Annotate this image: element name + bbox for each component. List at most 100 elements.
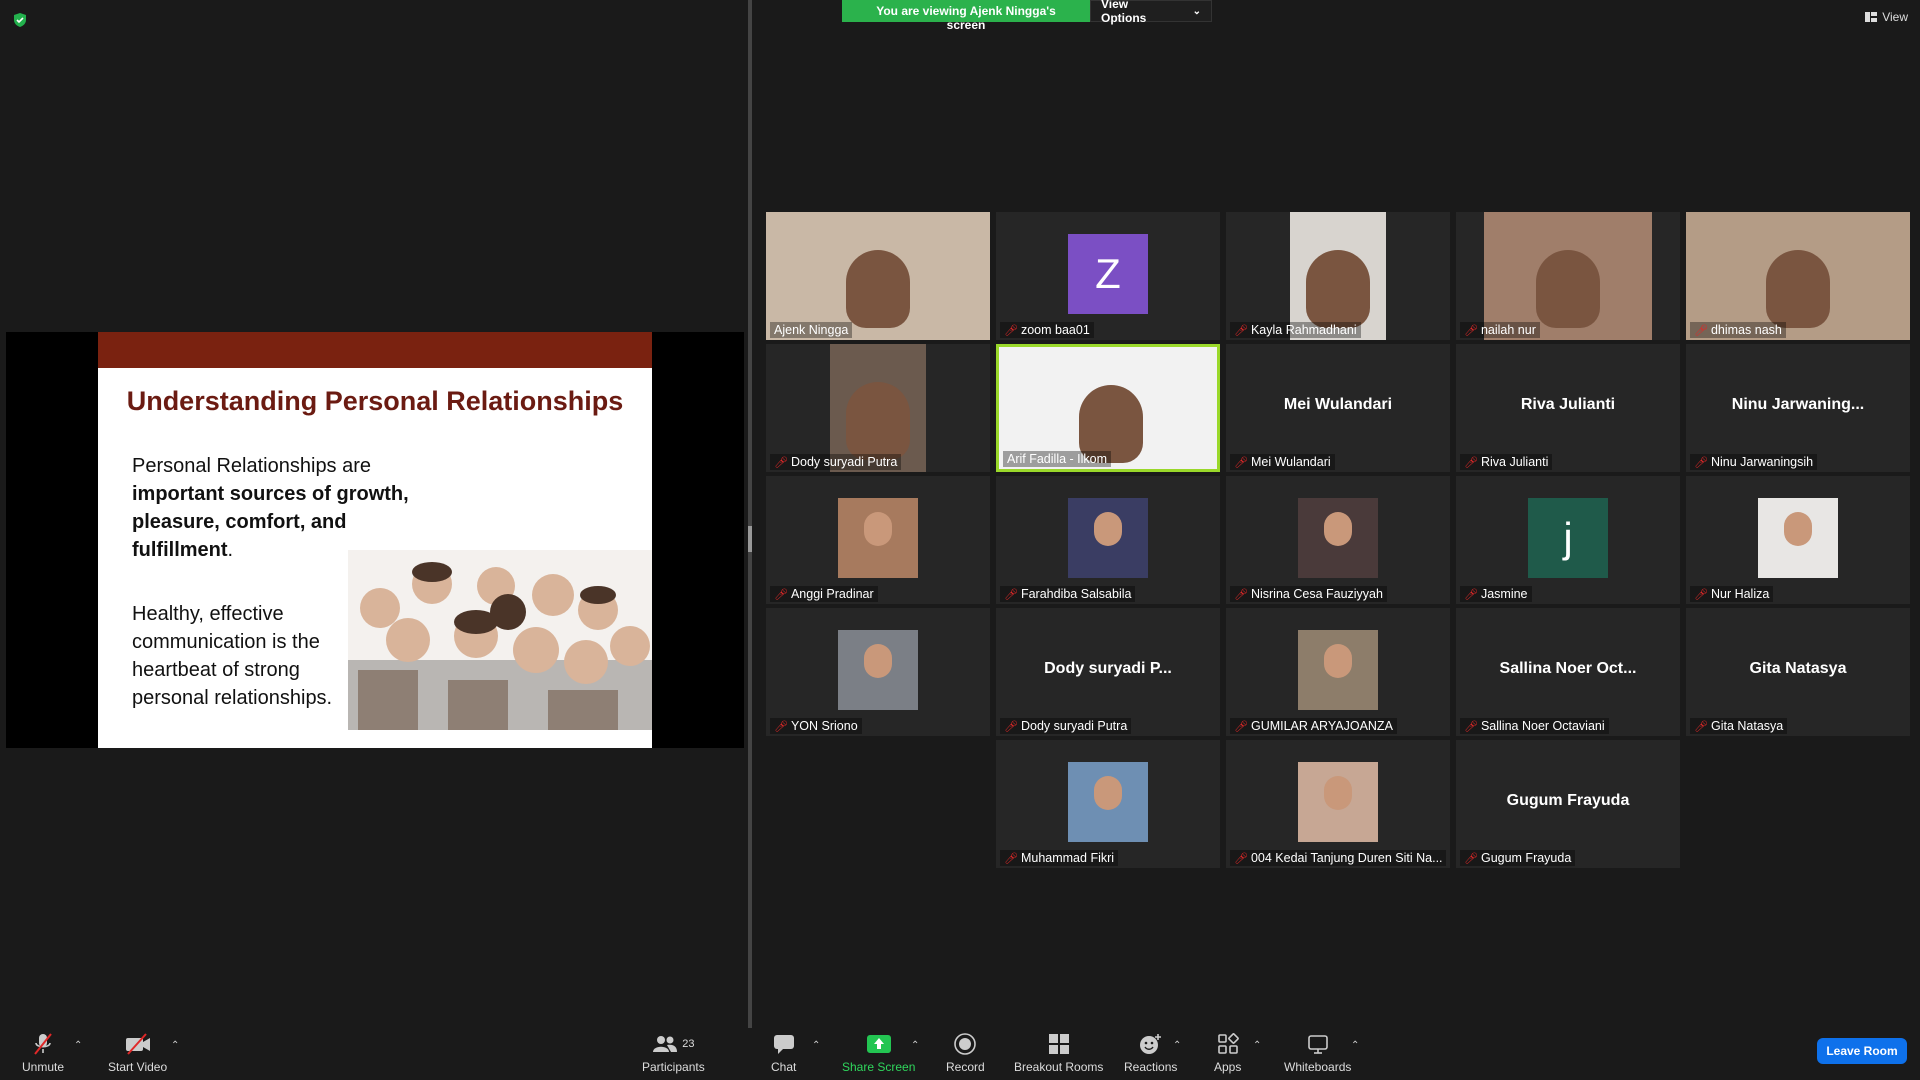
- whiteboard-icon: [1307, 1035, 1328, 1054]
- participant-name-display: Gugum Frayuda: [1506, 792, 1630, 809]
- unmute-button[interactable]: Unmute: [22, 1032, 64, 1074]
- participant-tile[interactable]: Z 🎤︎ zoom baa01: [996, 212, 1220, 340]
- reactions-options-caret-icon[interactable]: ⌃: [1173, 1040, 1181, 1051]
- slide-paragraph-2: Healthy, effective communication is the …: [132, 603, 333, 709]
- participant-tile[interactable]: Sallina Noer Oct... 🎤︎ Sallina Noer Octavi…: [1456, 608, 1680, 736]
- participant-tile[interactable]: Gugum Frayuda 🎤︎ Gugum Frayuda: [1456, 740, 1680, 868]
- profile-picture: [1068, 498, 1148, 578]
- chat-button[interactable]: Chat: [771, 1032, 796, 1074]
- share-screen-button[interactable]: Share Screen: [842, 1032, 915, 1074]
- participant-name-display: Riva Julianti: [1520, 396, 1616, 413]
- participant-tile[interactable]: 🎤︎ Muhammad Fikri: [996, 740, 1220, 868]
- participant-tile[interactable]: Dody suryadi P... 🎤︎ Dody suryadi Putra: [996, 608, 1220, 736]
- participant-name: Nur Haliza: [1710, 587, 1770, 601]
- participant-tile[interactable]: 🎤︎ Kayla Rahmadhani: [1226, 212, 1450, 340]
- participant-tile[interactable]: j 🎤︎ Jasmine: [1456, 476, 1680, 604]
- participant-name-label: 🎤︎ Gugum Frayuda: [1460, 850, 1576, 866]
- participant-name: Mei Wulandari: [1250, 455, 1331, 469]
- participant-face: [1766, 250, 1830, 328]
- participant-face: [846, 250, 910, 328]
- chat-icon: [773, 1035, 794, 1054]
- video-off-icon: [125, 1033, 150, 1055]
- view-options-button[interactable]: View Options ⌄: [1090, 0, 1212, 25]
- participant-tile[interactable]: Riva Julianti 🎤︎ Riva Julianti: [1456, 344, 1680, 472]
- participant-name-label: 🎤︎ dhimas nash: [1690, 322, 1786, 338]
- presentation-slide: Understanding Personal Relationships Per…: [98, 332, 652, 748]
- chat-options-caret-icon[interactable]: ⌃: [812, 1040, 820, 1051]
- participant-tile[interactable]: 🎤︎ Nur Haliza: [1686, 476, 1910, 604]
- apps-options-caret-icon[interactable]: ⌃: [1253, 1040, 1261, 1051]
- participant-tile[interactable]: Arif Fadilla - Ilkom: [996, 344, 1220, 472]
- splitter-grip[interactable]: [748, 526, 752, 552]
- slide-p1-end: .: [227, 539, 234, 561]
- security-shield-icon[interactable]: [12, 12, 28, 28]
- participant-video: [830, 344, 926, 472]
- share-options-caret-icon[interactable]: ⌃: [911, 1040, 919, 1051]
- profile-face: [1324, 776, 1352, 810]
- participant-tile[interactable]: Ajenk Ningga: [766, 212, 990, 340]
- whiteboards-options-caret-icon[interactable]: ⌃: [1351, 1040, 1359, 1051]
- participants-button[interactable]: 23 Participants: [642, 1032, 705, 1074]
- participant-name: 004 Kedai Tanjung Duren Siti Na...: [1250, 851, 1443, 865]
- muted-mic-icon: 🎤︎: [774, 720, 788, 733]
- breakout-rooms-label: Breakout Rooms: [1014, 1060, 1104, 1074]
- muted-mic-icon: 🎤︎: [1234, 456, 1248, 469]
- participant-tile[interactable]: Ninu Jarwaning... 🎤︎ Ninu Jarwaningsih: [1686, 344, 1910, 472]
- participant-name-label: 🎤︎ nailah nur: [1460, 322, 1540, 338]
- whiteboards-label: Whiteboards: [1284, 1060, 1352, 1074]
- splitter-handle[interactable]: [748, 0, 752, 1028]
- slide-header-bar: [98, 332, 652, 368]
- muted-mic-icon: 🎤︎: [1004, 720, 1018, 733]
- breakout-rooms-button[interactable]: Breakout Rooms: [1014, 1032, 1103, 1074]
- screen-share-banner: You are viewing Ajenk Ningga's screen Vi…: [842, 0, 1212, 32]
- participant-name: Farahdiba Salsabila: [1020, 587, 1132, 601]
- participant-tile[interactable]: 🎤︎ 004 Kedai Tanjung Duren Siti Na...: [1226, 740, 1450, 868]
- participant-tile[interactable]: 🎤︎ dhimas nash: [1686, 212, 1910, 340]
- muted-mic-icon: 🎤︎: [1694, 720, 1708, 733]
- reactions-button[interactable]: Reactions: [1124, 1032, 1177, 1074]
- view-button[interactable]: View: [1865, 10, 1908, 24]
- profile-face: [1784, 512, 1812, 546]
- participant-tile[interactable]: 🎤︎ Nisrina Cesa Fauziyyah: [1226, 476, 1450, 604]
- apps-button[interactable]: Apps: [1214, 1032, 1241, 1074]
- participant-video: [1686, 212, 1910, 340]
- profile-picture: [1298, 762, 1378, 842]
- start-video-button[interactable]: Start Video: [108, 1032, 167, 1074]
- audio-options-caret-icon[interactable]: ⌃: [74, 1040, 82, 1051]
- participant-tile[interactable]: Mei Wulandari 🎤︎ Mei Wulandari: [1226, 344, 1450, 472]
- leave-room-button[interactable]: Leave Room: [1817, 1038, 1907, 1064]
- record-button[interactable]: Record: [946, 1032, 985, 1074]
- participant-name-label: 🎤︎ Sallina Noer Octaviani: [1460, 718, 1609, 734]
- profile-picture: [838, 498, 918, 578]
- participant-tile[interactable]: 🎤︎ nailah nur: [1456, 212, 1680, 340]
- start-video-label: Start Video: [108, 1060, 168, 1074]
- muted-mic-icon: 🎤︎: [1234, 588, 1248, 601]
- muted-mic-icon: 🎤︎: [1004, 324, 1018, 337]
- profile-face: [864, 512, 892, 546]
- participant-tile[interactable]: 🎤︎ Farahdiba Salsabila: [996, 476, 1220, 604]
- participant-name: Arif Fadilla - Ilkom: [1007, 452, 1108, 466]
- breakout-rooms-icon: [1048, 1034, 1069, 1054]
- profile-face: [864, 644, 892, 678]
- participant-name-label: 🎤︎ Muhammad Fikri: [1000, 850, 1119, 866]
- video-options-caret-icon[interactable]: ⌃: [171, 1040, 179, 1051]
- share-screen-label: Share Screen: [842, 1060, 916, 1074]
- participant-tile[interactable]: 🎤︎ YON Sriono: [766, 608, 990, 736]
- profile-picture: [838, 630, 918, 710]
- participant-name-label: 🎤︎ zoom baa01: [1000, 322, 1094, 338]
- participant-tile[interactable]: 🎤︎ Anggi Pradinar: [766, 476, 990, 604]
- participant-tile[interactable]: 🎤︎ GUMILAR ARYAJOANZA: [1226, 608, 1450, 736]
- participant-name-label: 🎤︎ Nisrina Cesa Fauziyyah: [1230, 586, 1387, 602]
- participant-video: [1484, 212, 1652, 340]
- profile-face: [1094, 776, 1122, 810]
- participant-tile[interactable]: Gita Natasya 🎤︎ Gita Natasya: [1686, 608, 1910, 736]
- initial-avatar: j: [1528, 498, 1608, 578]
- whiteboards-button[interactable]: Whiteboards: [1284, 1032, 1351, 1074]
- participant-tile[interactable]: 🎤︎ Dody suryadi Putra: [766, 344, 990, 472]
- participants-label: Participants: [642, 1060, 705, 1074]
- muted-mic-icon: 🎤︎: [1464, 720, 1478, 733]
- profile-face: [1324, 512, 1352, 546]
- participant-face: [1306, 250, 1370, 328]
- muted-mic-icon: 🎤︎: [1004, 852, 1018, 865]
- participant-name: nailah nur: [1480, 323, 1536, 337]
